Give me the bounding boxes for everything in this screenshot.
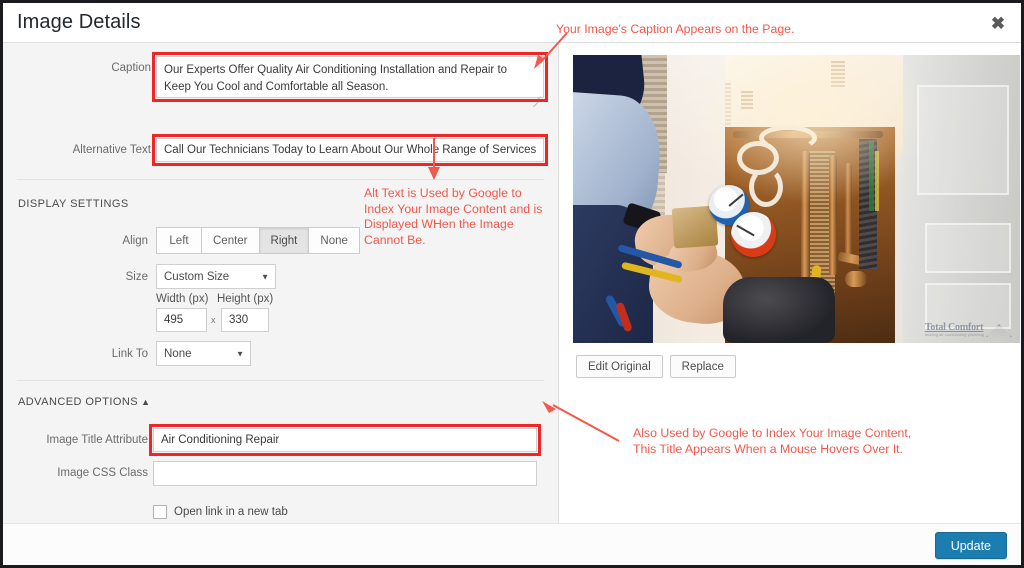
chevron-down-icon: ▼ [261,272,269,281]
image-title-annotation: Also Used by Google to Index Your Image … [633,426,912,456]
align-option-left[interactable]: Left [156,227,201,254]
image-title-attribute-label: Image Title Attribute [46,434,148,446]
dialog-titlebar: Image Details ✖ [3,3,1021,43]
alt-text-label: Alternative Text [72,144,151,156]
image-title-field-shell [149,424,541,456]
caption-field-shell: Our Experts Offer Quality Air Conditioni… [152,52,548,108]
image-css-class-label: Image CSS Class [57,467,148,479]
open-in-new-tab-label: Open link in a new tab [174,506,288,518]
settings-pane-scrollbar[interactable] [554,43,558,523]
caption-annotation: Your Image's Caption Appears on the Page… [556,22,795,36]
link-to-select[interactable]: None ▼ [156,341,251,366]
hvac-photo: Total Comfort heating air conditioning p… [573,55,1020,343]
caret-up-icon: ▲ [141,397,151,407]
page-title: Image Details [17,11,141,33]
align-row: Align Left Center Right None [3,227,360,254]
height-label: Height (px) [217,293,274,305]
watermark-text: Total Comfort [924,322,984,333]
alt-text-input[interactable] [156,138,544,162]
alt-text-field-shell [152,134,548,166]
image-css-class-input[interactable] [153,461,537,486]
caption-row: Caption Our Experts Offer Quality Air Co… [3,52,548,108]
image-title-attribute-row: Image Title Attribute [3,424,541,456]
alt-text-annotation: Alt Text is Used by Google to Index Your… [364,186,543,248]
image-css-class-row: Image CSS Class [3,461,537,486]
align-label: Align [122,235,148,247]
gauge-red [731,212,776,257]
image-action-buttons: Edit Original Replace [576,355,736,378]
advanced-options-divider [17,380,544,381]
dialog-footer: Update [3,523,1021,565]
open-in-new-tab-checkbox[interactable] [153,505,167,519]
align-option-right[interactable]: Right [258,227,309,254]
update-button[interactable]: Update [934,532,1007,559]
align-button-group: Left Center Right None [156,227,360,254]
size-label: Size [125,271,148,283]
display-settings-heading: DISPLAY SETTINGS [18,198,129,210]
house-roof-icon [986,324,1012,337]
display-settings-divider [17,179,544,180]
edit-original-button[interactable]: Edit Original [576,355,663,378]
dimension-separator: x [211,315,216,325]
advanced-options-heading[interactable]: ADVANCED OPTIONS ▲ [18,396,150,408]
link-to-select-value: None [164,347,192,360]
link-to-label: Link To [111,348,148,360]
alt-text-row: Alternative Text [3,134,548,166]
caption-label: Caption [111,62,151,74]
image-title-attribute-input[interactable] [153,428,537,452]
align-option-none[interactable]: None [308,227,360,254]
close-icon[interactable]: ✖ [985,10,1011,36]
image-preview[interactable]: Total Comfort heating air conditioning p… [573,55,1020,343]
size-select[interactable]: Custom Size ▼ [156,264,276,289]
width-label: Width (px) [156,293,209,305]
image-details-dialog: Image Details ✖ Caption Our Experts Offe… [0,0,1024,568]
settings-pane: Caption Our Experts Offer Quality Air Co… [3,43,559,523]
size-select-value: Custom Size [164,270,230,283]
link-to-row: Link To None ▼ [3,341,251,366]
watermark: Total Comfort heating air conditioning p… [925,323,1012,337]
size-row: Size Custom Size ▼ [3,264,276,289]
open-in-new-tab-row: Open link in a new tab [153,505,288,519]
width-input[interactable] [156,308,207,332]
watermark-subtext: heating air conditioning plumbing [924,333,984,337]
chevron-down-icon: ▼ [236,349,244,358]
replace-button[interactable]: Replace [669,355,736,378]
align-option-center[interactable]: Center [201,227,259,254]
advanced-options-label: ADVANCED OPTIONS [18,396,139,408]
height-input[interactable] [221,308,269,332]
caption-input[interactable]: Our Experts Offer Quality Air Conditioni… [156,56,544,98]
